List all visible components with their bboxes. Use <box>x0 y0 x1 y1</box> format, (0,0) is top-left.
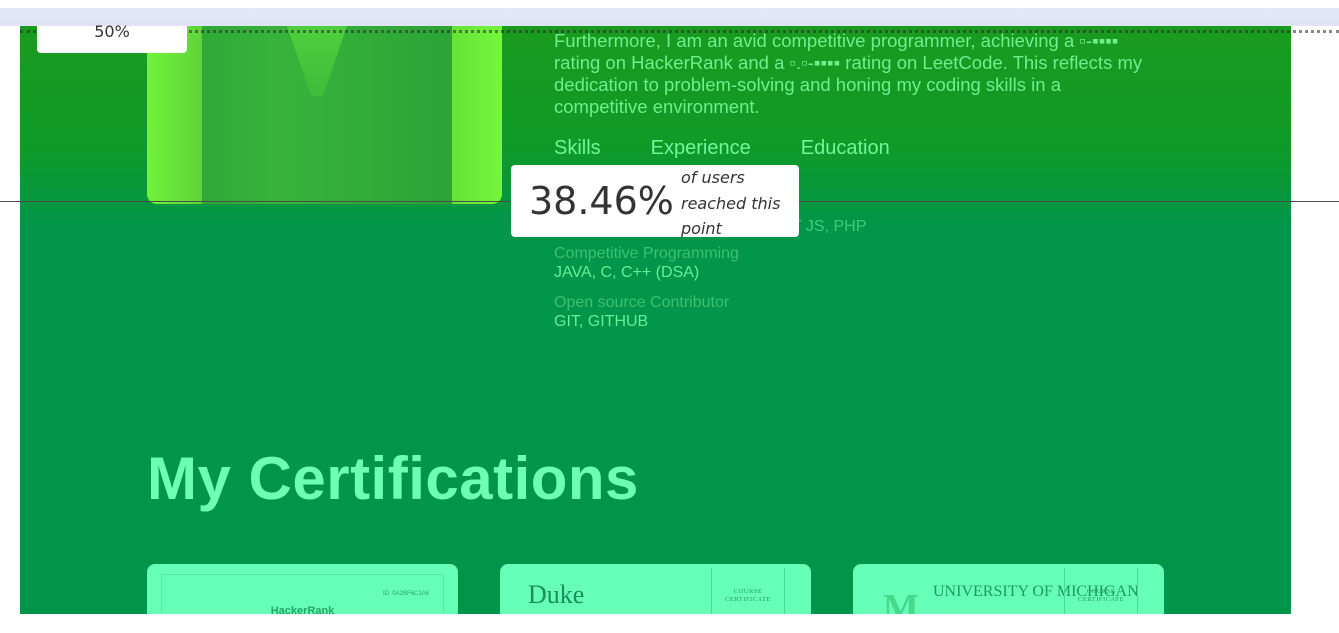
michigan-m-logo: M <box>883 587 919 614</box>
certificate-id: ID: 0A2BF6C1A6 <box>382 591 429 597</box>
scroll-percent-chip: 50% <box>37 24 187 53</box>
browser-top-bar <box>0 0 1339 26</box>
course-certificate-label: COURSE CERTIFICATE <box>1078 588 1124 603</box>
tab-experience[interactable]: Experience <box>651 137 751 160</box>
certificate-card-duke[interactable]: Duke COURSE CERTIFICATE <box>500 564 811 614</box>
scroll-percent-value: 50% <box>94 22 130 41</box>
skill-group: Competitive Programming JAVA, C, C++ (DS… <box>554 244 954 282</box>
certifications-heading: My Certifications <box>147 445 639 512</box>
bottom-bar <box>0 614 1339 633</box>
about-tabs: Skills Experience Education <box>554 137 940 160</box>
skill-title: Competitive Programming <box>554 245 739 262</box>
certificate-card-hackerrank[interactable]: ID: 0A2BF6C1A6 HackerRank <box>147 564 458 614</box>
certificate-side-panel: COURSE CERTIFICATE <box>1064 568 1138 614</box>
tab-education[interactable]: Education <box>801 137 890 160</box>
scroll-reach-popup: 38.46% of users reached this point <box>511 165 799 238</box>
reach-percent: 38.46% <box>529 179 674 223</box>
portfolio-page: Furthermore, I am an avid competitive pr… <box>20 26 1291 614</box>
skill-value: JAVA, C, C++ (DSA) <box>554 264 700 281</box>
skill-title: Open source Contributor <box>554 294 730 311</box>
reach-caption: of users reached this point <box>681 168 781 238</box>
course-certificate-label: COURSE CERTIFICATE <box>725 588 771 603</box>
tab-skills[interactable]: Skills <box>554 137 601 160</box>
skill-value-web: T JS, PHP <box>792 218 867 235</box>
skill-group: Open source Contributor GIT, GITHUB <box>554 293 954 331</box>
skill-value: GIT, GITHUB <box>554 313 649 330</box>
skill-list: Competitive Programming JAVA, C, C++ (DS… <box>554 244 954 342</box>
duke-logo: Duke <box>528 580 585 609</box>
certificate-side-panel: COURSE CERTIFICATE <box>711 568 785 614</box>
certificate-border: ID: 0A2BF6C1A6 HackerRank <box>161 574 444 614</box>
about-paragraph: Furthermore, I am an avid competitive pr… <box>554 30 1143 117</box>
scroll-marker-dotted-line <box>20 30 1339 33</box>
profile-photo <box>147 26 502 204</box>
hackerrank-logo: HackerRank <box>270 605 335 614</box>
certificate-card-michigan[interactable]: M UNIVERSITY OF MICHIGAN COURSE CERTIFIC… <box>853 564 1164 614</box>
